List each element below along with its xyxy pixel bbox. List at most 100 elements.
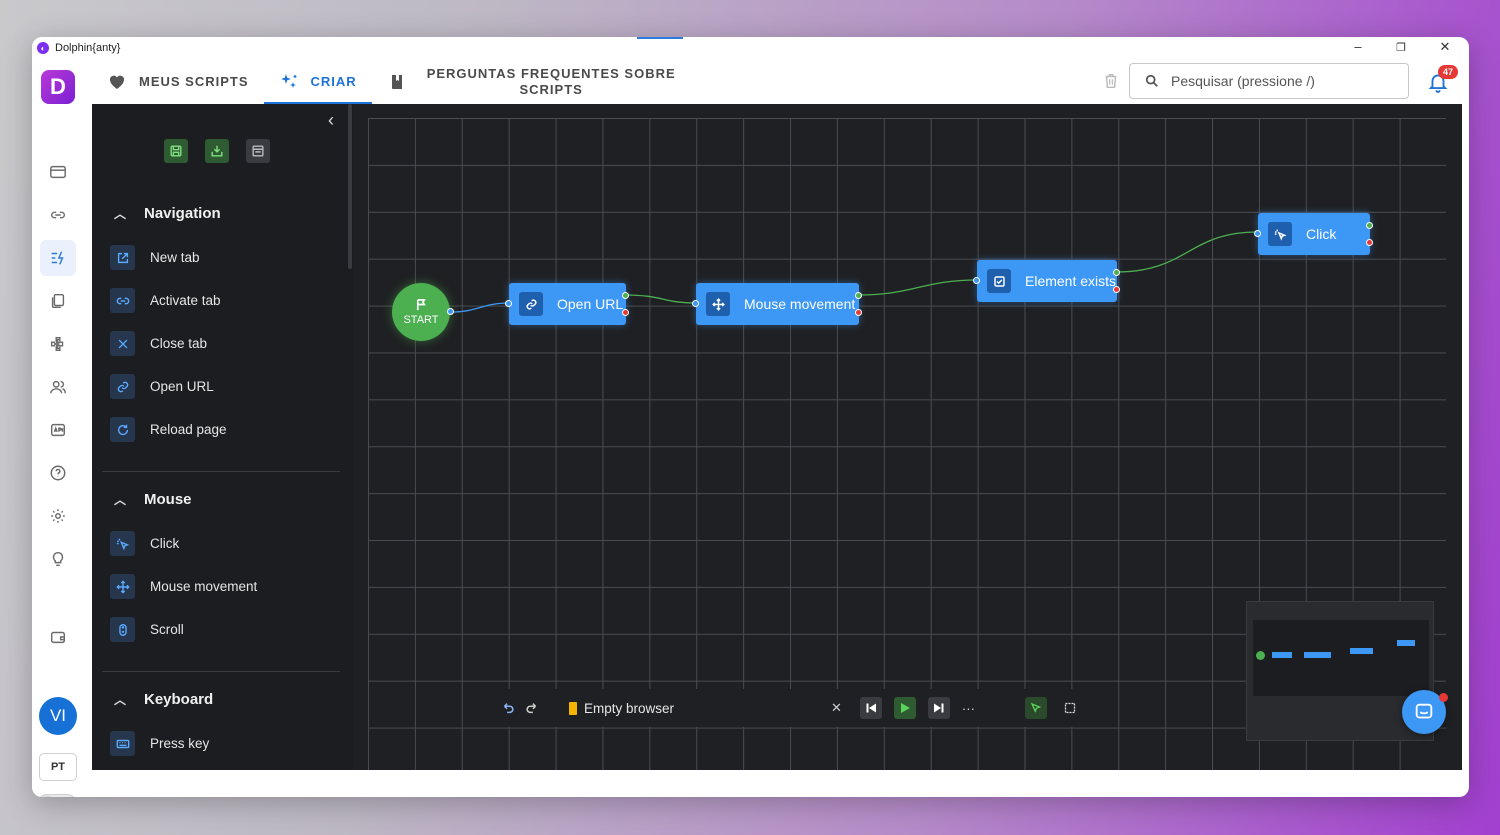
success-port[interactable]: [1113, 269, 1120, 276]
error-port[interactable]: [622, 309, 629, 316]
block-label: New tab: [150, 250, 200, 265]
block-close-tab[interactable]: Close tab: [102, 322, 342, 365]
tab-my-scripts[interactable]: MEUS SCRIPTS: [92, 59, 264, 104]
app-window: ◐ Dolphin{anty} – ❐ ✕ D VI PT MEUS SCRIP…: [32, 37, 1469, 797]
success-port[interactable]: [855, 292, 862, 299]
skip-back-icon: [866, 703, 876, 713]
browser-selector[interactable]: Empty browser: [569, 701, 839, 716]
section-header[interactable]: ︿ Mouse: [102, 484, 342, 514]
section-title: Mouse: [144, 490, 192, 508]
input-port[interactable]: [1254, 230, 1261, 237]
checkbox-icon: [987, 269, 1011, 293]
undo-button[interactable]: [501, 701, 515, 715]
error-port[interactable]: [1113, 286, 1120, 293]
import-icon: [211, 145, 223, 157]
start-node[interactable]: START: [392, 283, 450, 341]
heart-icon: [109, 75, 125, 89]
chain-icon: [519, 292, 543, 316]
block-press-key[interactable]: Press key: [102, 722, 342, 765]
input-port[interactable]: [505, 300, 512, 307]
start-output-port[interactable]: [447, 308, 454, 315]
rail-browsers-icon[interactable]: [40, 154, 76, 190]
rail-extensions-icon[interactable]: [40, 326, 76, 362]
node-click[interactable]: Click: [1258, 213, 1370, 255]
select-mode-button[interactable]: [1024, 697, 1047, 719]
block-new-tab[interactable]: New tab: [102, 236, 342, 279]
redo-icon: [526, 703, 537, 714]
brand-logo[interactable]: D: [41, 70, 75, 104]
minimize-button[interactable]: –: [1343, 39, 1373, 54]
step-forward-button[interactable]: [927, 697, 950, 719]
move-arrows-icon: [110, 574, 135, 599]
theme-toggle[interactable]: ☼: [37, 794, 77, 797]
save-script-button[interactable]: [164, 139, 188, 163]
block-activate-tab[interactable]: Activate tab: [102, 279, 342, 322]
wire-start-open-url: [450, 302, 510, 313]
rail-scripts-icon[interactable]: [40, 240, 76, 276]
skip-forward-icon: [933, 703, 944, 713]
blocks-panel: ‹ ︿ Navigation New tab Activate tab Clos…: [92, 104, 354, 770]
script-settings-button[interactable]: [246, 139, 270, 163]
rail-wallet-icon[interactable]: [40, 619, 76, 655]
section-header[interactable]: ︿ Navigation: [102, 198, 342, 228]
minimap-node: [1350, 648, 1373, 654]
section-mouse: ︿ Mouse Click Mouse movement Scroll: [102, 484, 342, 651]
rail-proxy-link-icon[interactable]: [40, 197, 76, 233]
collapse-panel-button[interactable]: ‹: [328, 110, 334, 131]
chain-icon: [110, 374, 135, 399]
import-script-button[interactable]: [205, 139, 229, 163]
tab-create[interactable]: CRIAR: [263, 59, 372, 104]
error-port[interactable]: [855, 309, 862, 316]
run-button[interactable]: [893, 697, 916, 719]
node-element-exists[interactable]: Element exists: [977, 260, 1117, 302]
block-open-url[interactable]: Open URL: [102, 365, 342, 408]
move-arrows-icon: [706, 292, 730, 316]
close-button[interactable]: ✕: [1430, 39, 1460, 55]
panel-scrollbar[interactable]: [348, 104, 352, 269]
rail-ideas-icon[interactable]: [40, 541, 76, 577]
minimap-node: [1304, 652, 1331, 658]
tab-label: PERGUNTAS FREQUENTES SOBRE: [426, 65, 676, 81]
external-link-icon: [110, 245, 135, 270]
step-back-button[interactable]: [859, 697, 882, 719]
redo-button[interactable]: [525, 701, 539, 715]
search-input[interactable]: [1171, 73, 1391, 89]
rail-api-icon[interactable]: [40, 412, 76, 448]
more-options-button[interactable]: ···: [962, 701, 975, 716]
block-click[interactable]: Click: [102, 522, 342, 565]
chat-unread-dot: [1439, 693, 1448, 702]
browser-color-marker: [569, 701, 577, 715]
node-mouse-movement[interactable]: Mouse movement: [696, 283, 859, 325]
node-open-url[interactable]: Open URL: [509, 283, 626, 325]
rail-settings-icon[interactable]: [40, 498, 76, 534]
language-switch[interactable]: PT: [39, 753, 77, 781]
input-port[interactable]: [973, 277, 980, 284]
block-label: Open URL: [150, 379, 214, 394]
node-label: Open URL: [557, 296, 624, 312]
success-port[interactable]: [622, 292, 629, 299]
run-toolbar: Empty browser ✕ ···: [485, 689, 1093, 727]
section-keyboard: ︿ Keyboard Press key: [102, 684, 342, 765]
node-label: Element exists: [1025, 273, 1117, 289]
block-reload-page[interactable]: Reload page: [102, 408, 342, 451]
frame-select-icon: [1064, 702, 1076, 714]
trash-icon[interactable]: [1102, 72, 1120, 90]
success-port[interactable]: [1366, 222, 1373, 229]
clear-browser-button[interactable]: ✕: [831, 700, 842, 716]
fit-view-button[interactable]: [1059, 697, 1081, 719]
minimap-viewport: [1253, 620, 1429, 696]
user-avatar[interactable]: VI: [39, 697, 77, 735]
block-mouse-movement[interactable]: Mouse movement: [102, 565, 342, 608]
tab-faq[interactable]: PERGUNTAS FREQUENTES SOBRE SCRIPTS: [372, 59, 691, 104]
input-port[interactable]: [692, 300, 699, 307]
block-scroll[interactable]: Scroll: [102, 608, 342, 651]
section-header[interactable]: ︿ Keyboard: [102, 684, 342, 714]
search-box[interactable]: [1129, 63, 1409, 99]
chevron-up-icon: ︿: [114, 692, 127, 707]
section-title: Navigation: [144, 204, 221, 222]
restore-button[interactable]: ❐: [1386, 41, 1416, 54]
rail-copy-icon[interactable]: [40, 283, 76, 319]
error-port[interactable]: [1366, 239, 1373, 246]
rail-help-icon[interactable]: [40, 455, 76, 491]
rail-team-icon[interactable]: [40, 369, 76, 405]
